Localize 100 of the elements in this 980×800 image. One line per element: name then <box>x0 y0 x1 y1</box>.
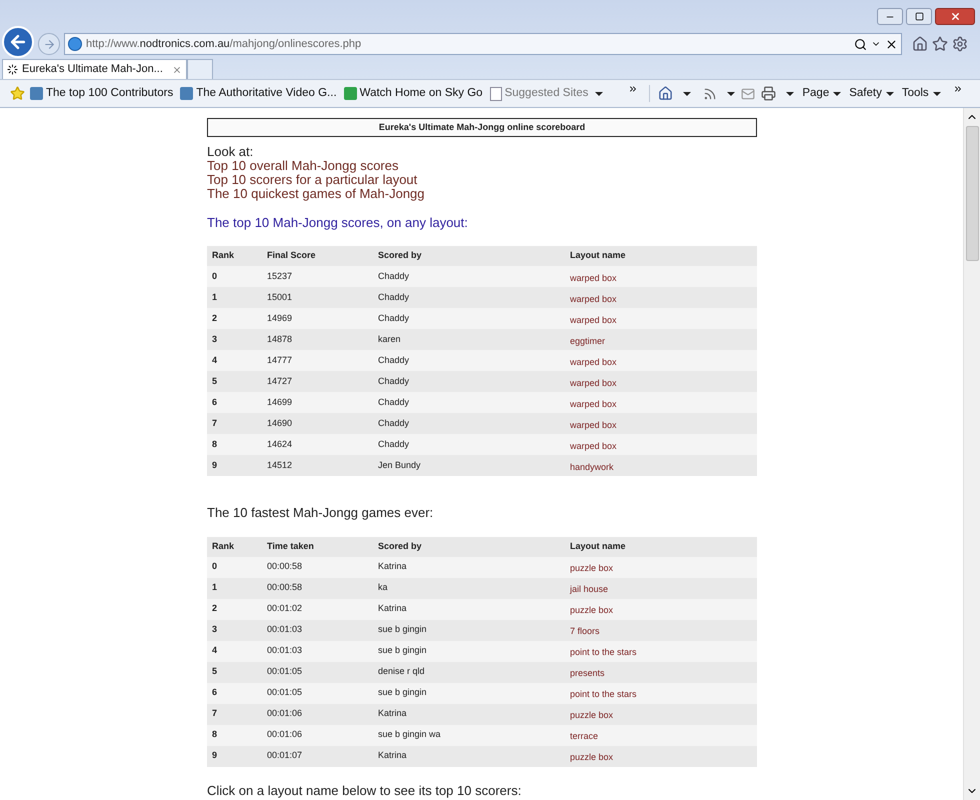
table-cell-text: 14624 <box>266 438 294 451</box>
caret-icon <box>727 92 736 96</box>
table-cell-text: denise r qld <box>377 665 426 678</box>
layout-link[interactable]: warped box <box>570 398 617 408</box>
command-menu[interactable]: Tools <box>902 84 941 102</box>
table-cell-text: Chaddy <box>377 312 410 325</box>
table-cell-text: ka <box>377 581 389 594</box>
layout-link[interactable]: warped box <box>570 294 617 304</box>
layout-link[interactable]: handywork <box>570 462 614 472</box>
table-cell-text: 00:01:05 <box>266 686 304 700</box>
nav-link[interactable]: The 10 quickest games of Mah-Jongg <box>207 186 425 200</box>
layout-link[interactable]: presents <box>570 668 605 678</box>
table-cell-text: karen <box>377 332 402 346</box>
layout-link[interactable]: 7 floors <box>570 626 600 636</box>
table-cell-text: 8 <box>211 728 218 742</box>
table-cell-text: sue b gingin <box>377 623 428 636</box>
favorite-link[interactable]: The Authoritative Video G... <box>180 84 337 102</box>
nav-link[interactable]: Top 10 overall Mah-Jongg scores <box>207 158 398 172</box>
star-icon[interactable] <box>10 86 25 101</box>
table-cell-text: Jen Bundy <box>377 458 422 472</box>
column-header: Layout name <box>569 249 627 262</box>
instruction-text: Click on a layout name below to see its top 10 scorers: <box>207 782 522 800</box>
layout-link[interactable]: puzzle box <box>570 605 614 615</box>
table-cell-text: 9 <box>211 458 218 472</box>
nav-link[interactable]: Top 10 scorers for a particular layout <box>207 172 418 186</box>
table-cell-text: 5 <box>211 374 218 388</box>
layout-link[interactable]: warped box <box>570 314 617 324</box>
table-cell-text: 00:01:03 <box>266 623 304 636</box>
look-at-label: Look at: <box>207 144 254 158</box>
table-cell-text: Chaddy <box>377 416 410 430</box>
table-cell-text: 1 <box>211 290 218 304</box>
layout-link[interactable]: terrace <box>570 731 598 741</box>
mail-icon[interactable] <box>741 86 756 100</box>
table-cell-text: Chaddy <box>377 354 410 367</box>
print-icon[interactable] <box>761 86 776 101</box>
table-cell-text: 0 <box>211 270 218 283</box>
table-cell-text: Katrina <box>377 749 408 762</box>
scrollbar[interactable] <box>963 108 980 800</box>
close-tab-icon[interactable] <box>172 64 182 74</box>
globe-icon <box>68 37 82 51</box>
home-icon[interactable] <box>658 86 674 101</box>
page-title: Eureka's Ultimate Mah-Jongg online scoreboard <box>207 118 757 136</box>
table-cell-text: Katrina <box>377 560 408 574</box>
stop-icon[interactable] <box>885 38 898 50</box>
caret-icon <box>683 92 692 96</box>
table-cell-text: 00:00:58 <box>266 581 304 594</box>
table-cell-text: Chaddy <box>377 374 410 388</box>
table-cell-text: 14699 <box>266 396 294 409</box>
feed-icon[interactable] <box>703 86 718 100</box>
command-menu[interactable]: Safety <box>849 84 894 102</box>
table-cell-text: 00:00:58 <box>266 560 304 574</box>
maximize-button[interactable] <box>906 8 932 25</box>
column-header: Final Score <box>266 249 317 262</box>
table-cell-text: 15237 <box>266 270 294 283</box>
layout-link[interactable]: puzzle box <box>570 710 614 720</box>
layout-link[interactable]: eggtimer <box>570 336 606 346</box>
address-field[interactable]: http://www.nodtronics.com.au/mahjong/onlinescores.php <box>64 33 902 55</box>
section-heading: The 10 fastest Mah-Jongg games ever: <box>207 504 434 522</box>
layout-link[interactable]: point to the stars <box>570 689 637 699</box>
url-text: http://www.nodtronics.com.au/mahjong/onlinescores.php <box>86 36 362 52</box>
layout-link[interactable]: warped box <box>570 420 617 430</box>
table-cell-text: 0 <box>211 560 218 574</box>
back-button[interactable] <box>2 26 34 58</box>
table-cell-text: 00:01:03 <box>266 644 304 658</box>
table-cell-text: Chaddy <box>377 290 410 304</box>
loading-icon <box>7 64 18 75</box>
layout-link[interactable]: point to the stars <box>570 647 637 657</box>
caret-icon <box>886 92 894 96</box>
home-icon[interactable] <box>912 36 928 52</box>
layout-link[interactable]: warped box <box>570 440 617 450</box>
table-cell-text: sue b gingin wa <box>377 728 442 742</box>
table-cell-text: 15001 <box>266 290 294 304</box>
section-heading: The top 10 Mah-Jongg scores, on any layout: <box>207 214 469 232</box>
command-menu[interactable]: Page <box>802 84 842 102</box>
layout-link[interactable]: puzzle box <box>570 563 614 573</box>
table-cell-text: 9 <box>211 749 218 762</box>
more-icon[interactable] <box>628 84 638 94</box>
layout-link[interactable]: puzzle box <box>570 752 614 762</box>
favorite-link[interactable]: The top 100 Contributors <box>30 84 174 102</box>
layout-link[interactable]: warped box <box>570 378 617 388</box>
browser-tab[interactable]: Eureka's Ultimate Mah-Jon... <box>2 59 187 79</box>
table-cell-text: 14777 <box>266 354 294 367</box>
table-cell-text: 4 <box>211 644 218 658</box>
table-cell-text: 6 <box>211 686 218 700</box>
table-cell-text: 3 <box>211 332 218 346</box>
close-button[interactable] <box>935 8 975 25</box>
layout-link[interactable]: jail house <box>570 584 608 594</box>
tab-title: Eureka's Ultimate Mah-Jon... <box>22 62 164 78</box>
favorites-icon[interactable] <box>932 36 948 52</box>
settings-icon[interactable] <box>952 36 968 52</box>
layout-link[interactable]: warped box <box>570 272 617 282</box>
more-icon[interactable] <box>952 84 963 94</box>
suggested-sites-link[interactable]: Suggested Sites <box>490 84 604 102</box>
table-cell-text: 14512 <box>266 458 294 472</box>
table-cell-text: 14727 <box>266 374 294 388</box>
search-icon[interactable] <box>854 38 867 50</box>
table-cell-text: sue b gingin <box>377 644 428 658</box>
layout-link[interactable]: warped box <box>570 356 617 366</box>
favorite-link[interactable]: Watch Home on Sky Go <box>344 84 483 102</box>
scroll-thumb[interactable] <box>966 126 978 261</box>
